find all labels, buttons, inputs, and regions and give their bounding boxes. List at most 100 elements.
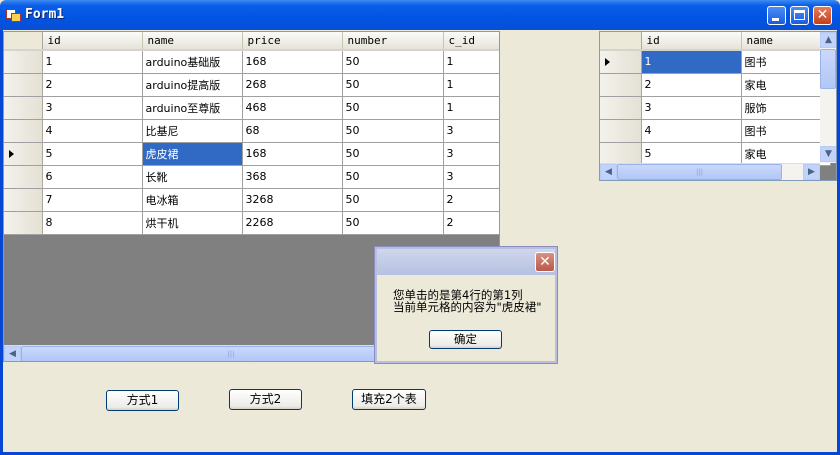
minimize-button[interactable] — [767, 6, 786, 25]
message-box-title-bar[interactable]: ✕ — [377, 249, 555, 275]
column-header-id[interactable]: id — [42, 32, 143, 51]
scroll-left-button[interactable]: ◀ — [4, 346, 21, 361]
cell-id[interactable]: 4 — [641, 119, 742, 143]
form-app-icon[interactable] — [6, 9, 21, 22]
message-box[interactable]: ✕ 您单击的是第4行的第1列 当前单元格的内容为"虎皮裙" 确定 — [374, 246, 558, 364]
cell-price[interactable]: 468 — [242, 96, 343, 120]
cell-id[interactable]: 4 — [42, 119, 143, 143]
cell-price[interactable]: 368 — [242, 165, 343, 189]
table-row[interactable]: 2 arduino提高版 268 50 1 — [4, 73, 499, 97]
ok-button[interactable]: 确定 — [429, 330, 502, 349]
scroll-down-button[interactable]: ▼ — [820, 146, 836, 162]
cell-id[interactable]: 5 — [641, 142, 742, 166]
table-row[interactable]: 4 图书 — [600, 119, 831, 143]
row-header[interactable] — [600, 73, 642, 97]
cell-id[interactable]: 1 — [42, 50, 143, 74]
table-row[interactable]: 1 arduino基础版 168 50 1 — [4, 50, 499, 74]
cell-c-id[interactable]: 2 — [443, 211, 499, 235]
mode2-button[interactable]: 方式2 — [229, 389, 302, 410]
table-row[interactable]: 5 虎皮裙 168 50 3 — [4, 142, 499, 166]
column-header-id[interactable]: id — [641, 32, 742, 51]
row-header[interactable] — [4, 96, 43, 120]
row-header[interactable] — [4, 73, 43, 97]
vertical-scrollbar[interactable]: ▲ ▼ — [820, 32, 836, 163]
cell-price[interactable]: 168 — [242, 50, 343, 74]
cell-name[interactable]: arduino基础版 — [142, 50, 243, 74]
table-row[interactable]: 1 图书 — [600, 50, 831, 74]
row-header[interactable] — [600, 119, 642, 143]
row-header[interactable] — [600, 50, 642, 74]
table-row[interactable]: 7 电冰箱 3268 50 2 — [4, 188, 499, 212]
cell-name[interactable]: 家电 — [741, 73, 831, 97]
table-row[interactable]: 8 烘干机 2268 50 2 — [4, 211, 499, 235]
cell-id[interactable]: 2 — [641, 73, 742, 97]
column-header-c-id[interactable]: c_id — [443, 32, 499, 51]
cell-id[interactable]: 3 — [42, 96, 143, 120]
cell-id[interactable]: 6 — [42, 165, 143, 189]
cell-id[interactable]: 2 — [42, 73, 143, 97]
column-header-price[interactable]: price — [242, 32, 343, 51]
cell-id[interactable]: 8 — [42, 211, 143, 235]
cell-id[interactable]: 5 — [42, 142, 143, 166]
column-header-name[interactable]: name — [741, 32, 831, 51]
cell-id[interactable]: 1 — [641, 50, 742, 74]
scroll-thumb[interactable]: ||| — [617, 164, 782, 180]
cell-number[interactable]: 50 — [342, 73, 444, 97]
cell-id[interactable]: 3 — [641, 96, 742, 120]
row-header[interactable] — [600, 96, 642, 120]
cell-name[interactable]: 图书 — [741, 50, 831, 74]
table-row[interactable]: 6 长靴 368 50 3 — [4, 165, 499, 189]
maximize-button[interactable] — [790, 6, 809, 25]
table-row[interactable]: 5 家电 — [600, 142, 831, 166]
row-header[interactable] — [600, 142, 642, 166]
table-row[interactable]: 3 arduino至尊版 468 50 1 — [4, 96, 499, 120]
cell-number[interactable]: 50 — [342, 96, 444, 120]
cell-c-id[interactable]: 1 — [443, 73, 499, 97]
cell-name[interactable]: 家电 — [741, 142, 831, 166]
cell-number[interactable]: 50 — [342, 165, 444, 189]
table-row[interactable]: 4 比基尼 68 50 3 — [4, 119, 499, 143]
cell-name[interactable]: 图书 — [741, 119, 831, 143]
cell-price[interactable]: 2268 — [242, 211, 343, 235]
cell-price[interactable]: 268 — [242, 73, 343, 97]
title-bar[interactable]: Form1 ✕ — [0, 0, 840, 30]
cell-number[interactable]: 50 — [342, 50, 444, 74]
row-header[interactable] — [4, 211, 43, 235]
cell-number[interactable]: 50 — [342, 211, 444, 235]
mode1-button[interactable]: 方式1 — [106, 390, 179, 411]
cell-c-id[interactable]: 3 — [443, 142, 499, 166]
cell-c-id[interactable]: 3 — [443, 165, 499, 189]
table-row[interactable]: 2 家电 — [600, 73, 831, 97]
scroll-thumb[interactable] — [820, 49, 836, 89]
table-row[interactable]: 3 服饰 — [600, 96, 831, 120]
horizontal-scrollbar[interactable]: ◀ ||| ▶ — [600, 163, 820, 180]
cell-c-id[interactable]: 1 — [443, 50, 499, 74]
cell-name[interactable]: arduino提高版 — [142, 73, 243, 97]
cell-price[interactable]: 168 — [242, 142, 343, 166]
cell-number[interactable]: 50 — [342, 188, 444, 212]
cell-c-id[interactable]: 3 — [443, 119, 499, 143]
data-grid-categories[interactable]: id name 1 图书 2 家电 3 服饰 4 图书 5 家电 ▲ ▼ ◀ ||| ▶ — [599, 31, 837, 181]
cell-name[interactable]: 比基尼 — [142, 119, 243, 143]
cell-id[interactable]: 7 — [42, 188, 143, 212]
scroll-left-button[interactable]: ◀ — [600, 164, 617, 180]
row-header[interactable] — [4, 50, 43, 74]
row-header[interactable] — [4, 165, 43, 189]
row-header[interactable] — [4, 119, 43, 143]
cell-name[interactable]: 虎皮裙 — [142, 142, 243, 166]
cell-c-id[interactable]: 1 — [443, 96, 499, 120]
row-header[interactable] — [4, 188, 43, 212]
cell-number[interactable]: 50 — [342, 119, 444, 143]
row-header[interactable] — [4, 142, 43, 166]
fill-two-tables-button[interactable]: 填充2个表 — [352, 389, 426, 410]
cell-number[interactable]: 50 — [342, 142, 444, 166]
close-button[interactable]: ✕ — [813, 6, 832, 25]
column-header-number[interactable]: number — [342, 32, 444, 51]
message-box-close-button[interactable]: ✕ — [535, 252, 555, 272]
cell-name[interactable]: 长靴 — [142, 165, 243, 189]
cell-name[interactable]: arduino至尊版 — [142, 96, 243, 120]
scroll-up-button[interactable]: ▲ — [820, 32, 836, 48]
cell-c-id[interactable]: 2 — [443, 188, 499, 212]
cell-price[interactable]: 68 — [242, 119, 343, 143]
grid-corner-header[interactable] — [4, 32, 43, 51]
